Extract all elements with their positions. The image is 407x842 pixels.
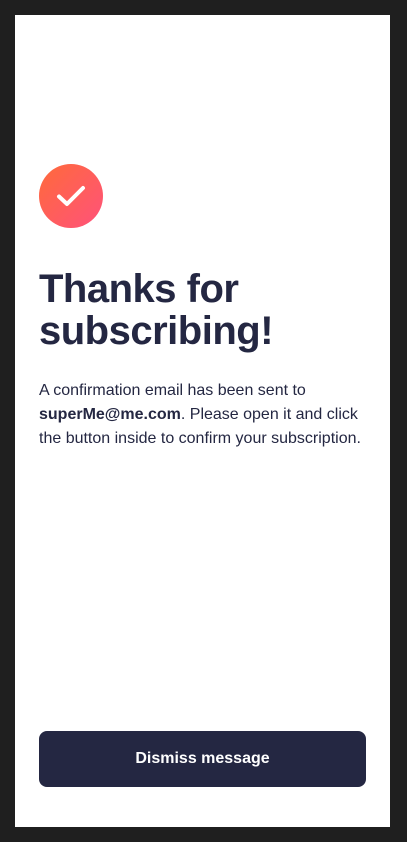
confirmation-title: Thanks for subscribing!	[39, 268, 369, 352]
confirmation-title-line-2: subscribing!	[39, 309, 274, 353]
confirmation-title-line-1: Thanks for	[39, 267, 239, 311]
confirmation-message-prefix: A confirmation email has been sent to	[39, 382, 306, 399]
confirmation-email: superMe@me.com	[39, 406, 181, 423]
subscription-confirmation-screen: Thanks for subscribing! A confirmation e…	[15, 15, 390, 827]
dismiss-message-button[interactable]: Dismiss message	[39, 731, 366, 787]
success-check-icon	[39, 164, 103, 228]
confirmation-message: A confirmation email has been sent to su…	[39, 379, 369, 451]
